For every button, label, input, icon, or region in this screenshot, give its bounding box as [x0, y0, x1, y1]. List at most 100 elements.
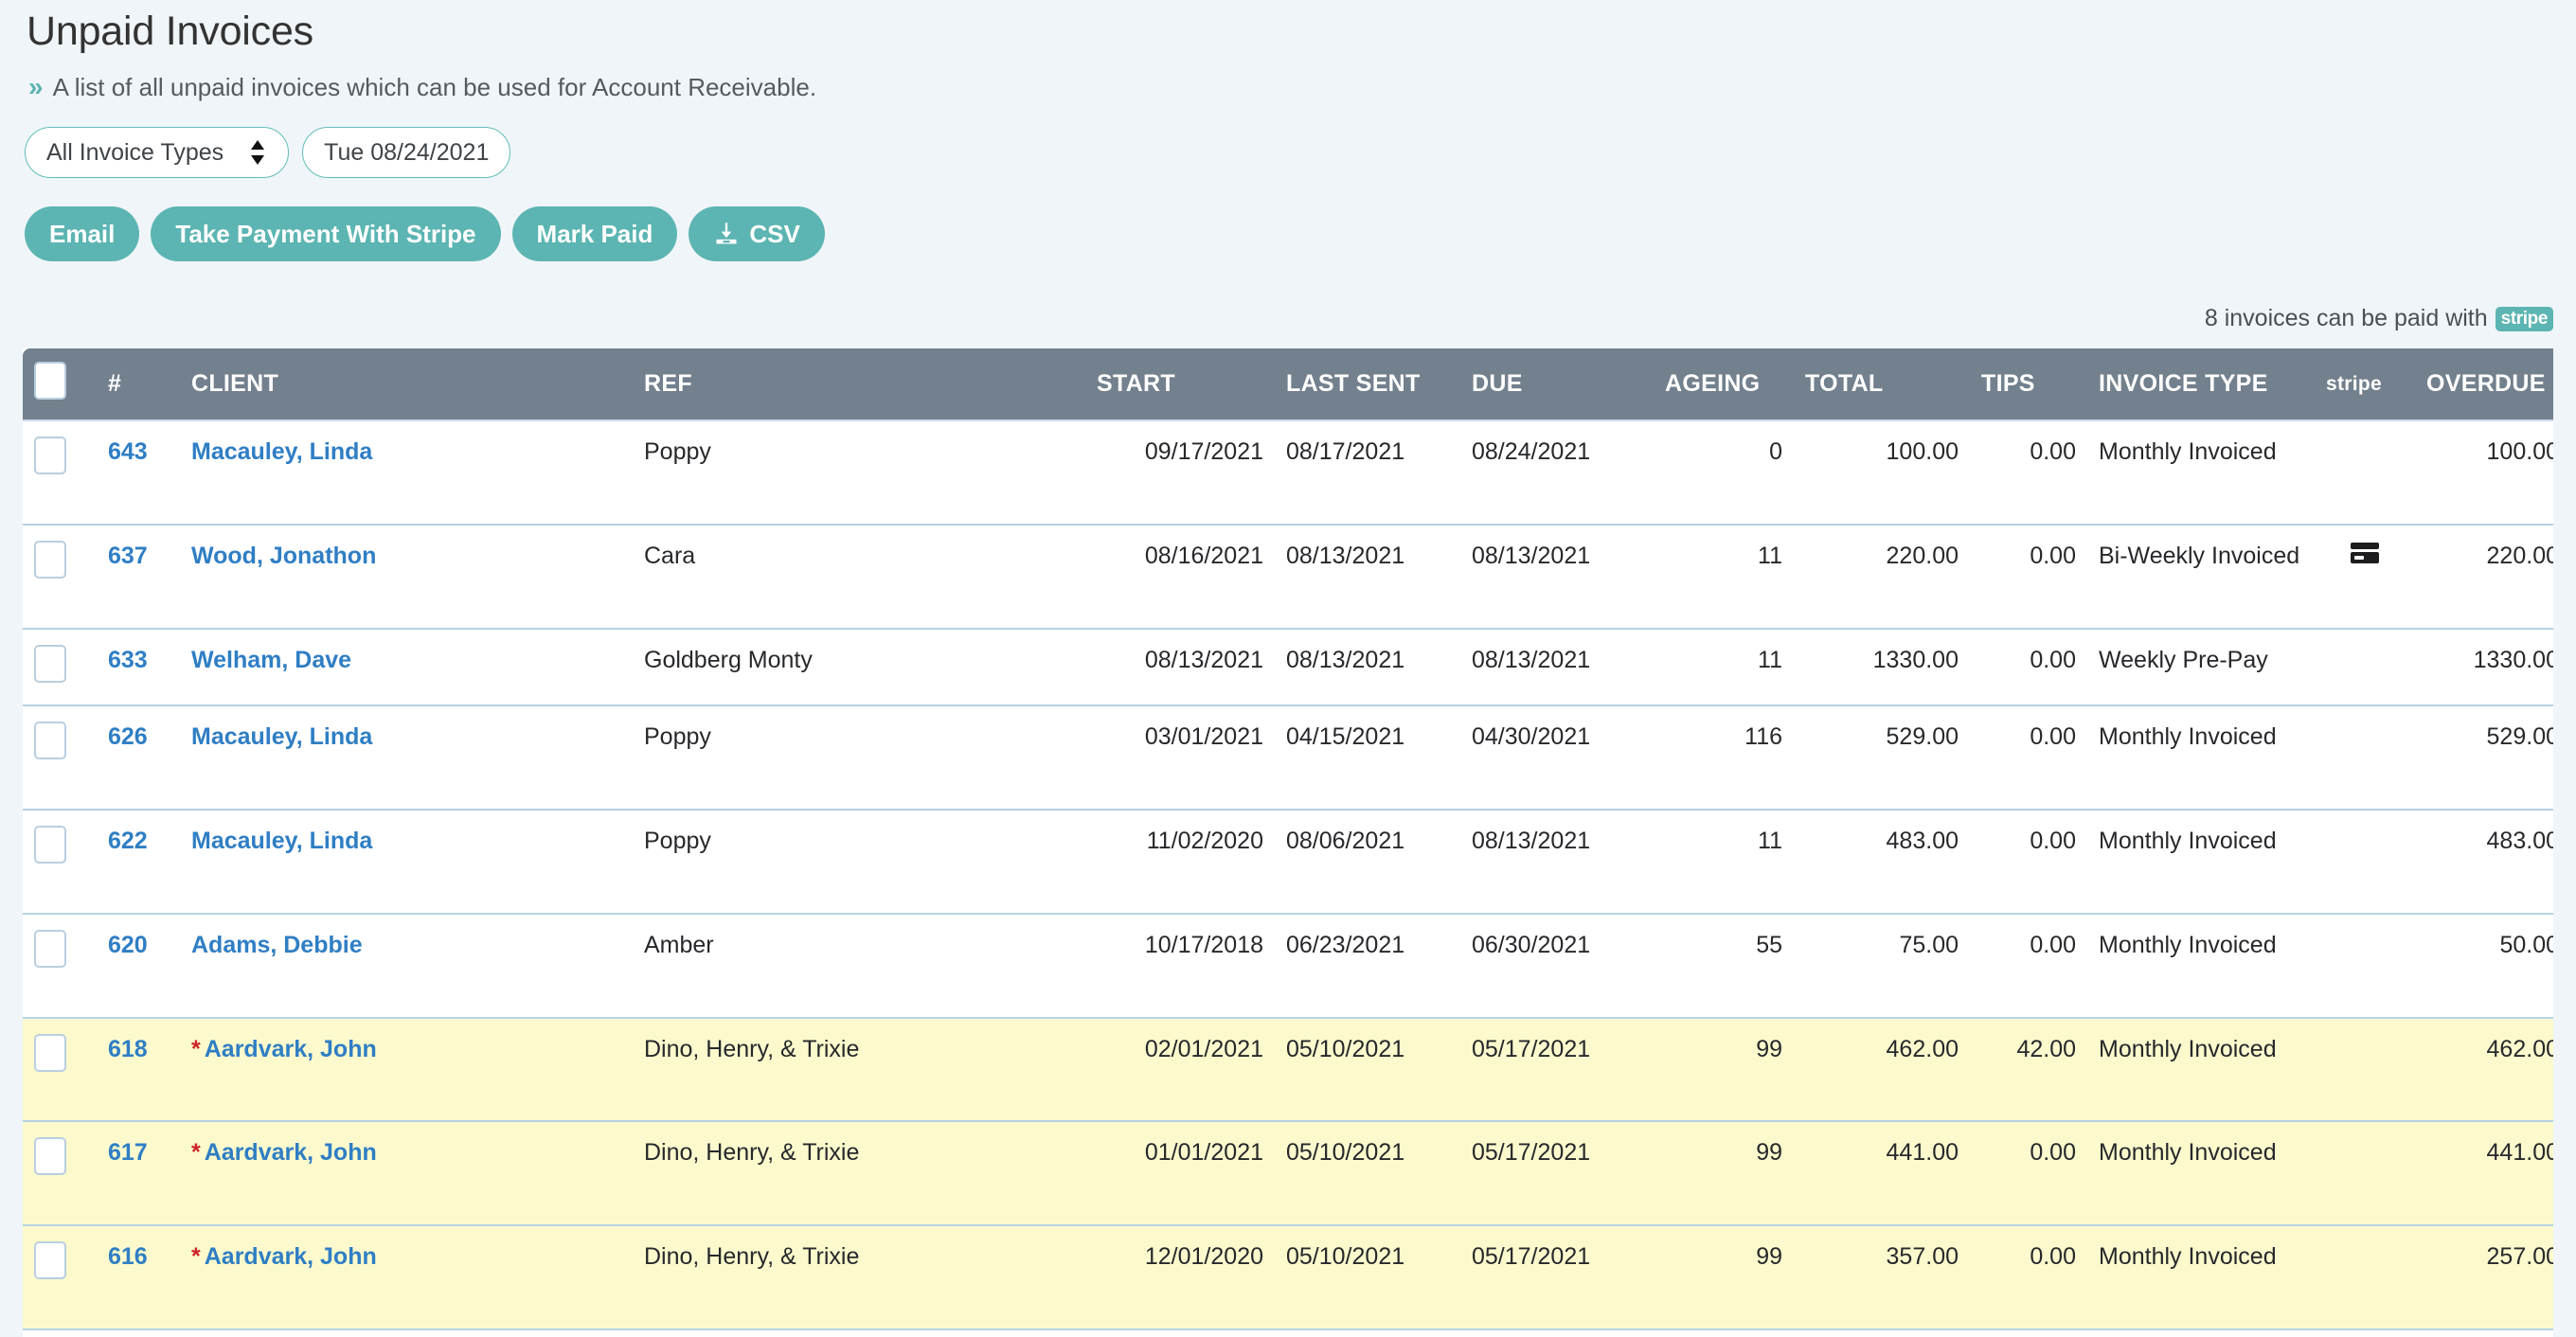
client-link[interactable]: Aardvark, John [205, 1139, 377, 1166]
invoice-id-link[interactable]: 633 [108, 647, 148, 673]
cell-tips: 0.00 [1970, 705, 2087, 811]
csv-export-button[interactable]: CSV [689, 206, 825, 262]
client-link[interactable]: Macauley, Linda [191, 828, 372, 854]
invoices-table-head: # CLIENT REF START LAST SENT DUE AGEING … [23, 348, 2553, 420]
cell-stripe [2315, 1017, 2415, 1123]
table-row[interactable]: 622 Macauley, Linda Poppy 11/02/2020 08/06/2… [23, 810, 2553, 915]
client-link[interactable]: Aardvark, John [205, 1036, 377, 1062]
column-header-start[interactable]: START [1085, 348, 1275, 420]
updown-arrows-icon [248, 138, 267, 167]
mark-paid-button[interactable]: Mark Paid [511, 206, 678, 262]
column-header-id[interactable]: # [97, 348, 180, 420]
column-header-ageing[interactable]: AGEING [1654, 348, 1794, 420]
row-select-cell [23, 1225, 97, 1330]
client-link[interactable]: Macauley, Linda [191, 438, 372, 465]
cell-ref: Dino, Henry, & Trixie [633, 1017, 1085, 1123]
select-all-header [23, 348, 97, 420]
cell-overdue: 1330.00 [2415, 628, 2553, 707]
invoice-id-link[interactable]: 618 [108, 1036, 148, 1062]
cell-ref: Goldberg Monty [633, 628, 1085, 707]
invoices-table-header-row: # CLIENT REF START LAST SENT DUE AGEING … [23, 348, 2553, 420]
invoice-id-link[interactable]: 643 [108, 438, 148, 465]
credit-card-icon[interactable] [2351, 541, 2379, 573]
column-header-due[interactable]: DUE [1460, 348, 1654, 420]
cell-total: 483.00 [1794, 810, 1970, 915]
table-row[interactable]: 637 Wood, Jonathon Cara 08/16/2021 08/13/202… [23, 524, 2553, 630]
cell-id: 637 [97, 524, 180, 630]
cell-invoice-type: Bi-Weekly Invoiced [2087, 524, 2315, 630]
cell-due: 08/24/2021 [1460, 419, 1654, 526]
invoice-id-link[interactable]: 622 [108, 828, 148, 854]
cell-client: Macauley, Linda [180, 705, 633, 811]
cell-overdue: 462.00 [2415, 1017, 2553, 1123]
cell-due: 08/13/2021 [1460, 628, 1654, 707]
invoice-id-link[interactable]: 620 [108, 932, 148, 958]
row-select-cell [23, 705, 97, 811]
client-link[interactable]: Aardvark, John [205, 1243, 377, 1270]
table-row[interactable]: 618 * Aardvark, John Dino, Henry, & Trixie 0… [23, 1017, 2553, 1123]
email-button[interactable]: Email [25, 206, 140, 262]
cell-ageing: 99 [1654, 1225, 1794, 1330]
select-all-checkbox[interactable] [34, 362, 66, 400]
client-link[interactable]: Wood, Jonathon [191, 543, 376, 569]
client-link[interactable]: Welham, Dave [191, 647, 351, 673]
client-link[interactable]: Macauley, Linda [191, 723, 372, 750]
cell-total: 100.00 [1794, 419, 1970, 526]
table-row[interactable]: 620 Adams, Debbie Amber 10/17/2018 06/23/202… [23, 913, 2553, 1019]
take-payment-with-stripe-button-label: Take Payment With Stripe [175, 219, 476, 248]
column-header-client[interactable]: CLIENT [180, 348, 633, 420]
csv-export-button-label: CSV [749, 219, 800, 248]
cell-overdue: 483.00 [2415, 810, 2553, 915]
cell-due: 08/13/2021 [1460, 524, 1654, 630]
row-select-checkbox[interactable] [34, 644, 66, 683]
cell-ref: Dino, Henry, & Trixie [633, 1225, 1085, 1330]
cell-start: 03/01/2021 [1085, 705, 1275, 811]
filter-bar: All Invoice Types Tue 08/24/2021 [23, 102, 2553, 179]
table-row[interactable]: 633 Welham, Dave Goldberg Monty 08/13/2021 0… [23, 628, 2553, 707]
cell-tips: 42.00 [1970, 1017, 2087, 1123]
cell-start: 08/16/2021 [1085, 524, 1275, 630]
row-select-checkbox[interactable] [34, 929, 66, 968]
invoice-id-link[interactable]: 637 [108, 543, 148, 569]
invoice-type-select[interactable]: All Invoice Types [25, 127, 290, 179]
cell-due: 05/17/2021 [1460, 1017, 1654, 1123]
email-button-label: Email [49, 219, 116, 248]
row-select-checkbox[interactable] [34, 540, 66, 579]
table-row[interactable]: 643 Macauley, Linda Poppy 09/17/2021 08/17/2… [23, 419, 2553, 526]
take-payment-with-stripe-button[interactable]: Take Payment With Stripe [151, 206, 501, 262]
cell-invoice-type: Monthly Invoiced [2087, 913, 2315, 1019]
column-header-tips[interactable]: TIPS [1970, 348, 2087, 420]
cell-ref: Cara [633, 524, 1085, 630]
table-row[interactable]: 614Sawkins, VictoriaLucy05/05/202105/10/… [23, 1328, 2553, 1337]
invoice-id-link[interactable]: 617 [108, 1139, 148, 1166]
row-select-checkbox[interactable] [34, 1137, 66, 1176]
row-select-checkbox[interactable] [34, 826, 66, 864]
row-select-checkbox[interactable] [34, 1241, 66, 1279]
column-header-ref[interactable]: REF [633, 348, 1085, 420]
table-row[interactable]: 617 * Aardvark, John Dino, Henry, & Trixie 0… [23, 1121, 2553, 1226]
client-link[interactable]: Adams, Debbie [191, 932, 363, 958]
page-title: Unpaid Invoices [27, 9, 313, 54]
column-header-stripe[interactable]: stripe [2315, 348, 2415, 420]
invoice-id-link[interactable]: 616 [108, 1243, 148, 1270]
row-select-checkbox[interactable] [34, 722, 66, 760]
column-header-invoice-type[interactable]: INVOICE TYPE [2087, 348, 2315, 420]
cell-ageing: 11 [1654, 628, 1794, 707]
table-row[interactable]: 616 * Aardvark, John Dino, Henry, & Trixie 1… [23, 1225, 2553, 1330]
row-select-checkbox[interactable] [34, 437, 66, 474]
cell-start: 11/02/2020 [1085, 810, 1275, 915]
row-select-checkbox[interactable] [34, 1033, 66, 1072]
column-header-total[interactable]: TOTAL [1794, 348, 1970, 420]
table-row[interactable]: 626 Macauley, Linda Poppy 03/01/2021 04/15/2… [23, 705, 2553, 811]
column-header-last-sent[interactable]: LAST SENT [1275, 348, 1460, 420]
cell-stripe [2315, 705, 2415, 811]
cell-tips: 0.00 [1970, 628, 2087, 707]
column-header-overdue[interactable]: OVERDUE [2415, 348, 2553, 420]
cell-start: 09/17/2021 [1085, 419, 1275, 526]
cell-ref: Poppy [633, 810, 1085, 915]
cell-total: 462.00 [1794, 1017, 1970, 1123]
invoice-id-link[interactable]: 626 [108, 723, 148, 750]
cell-overdue: 441.00 [2415, 1121, 2553, 1226]
cell-last-sent: 05/10/2021 [1275, 1328, 1460, 1337]
date-filter-input[interactable]: Tue 08/24/2021 [302, 127, 511, 179]
